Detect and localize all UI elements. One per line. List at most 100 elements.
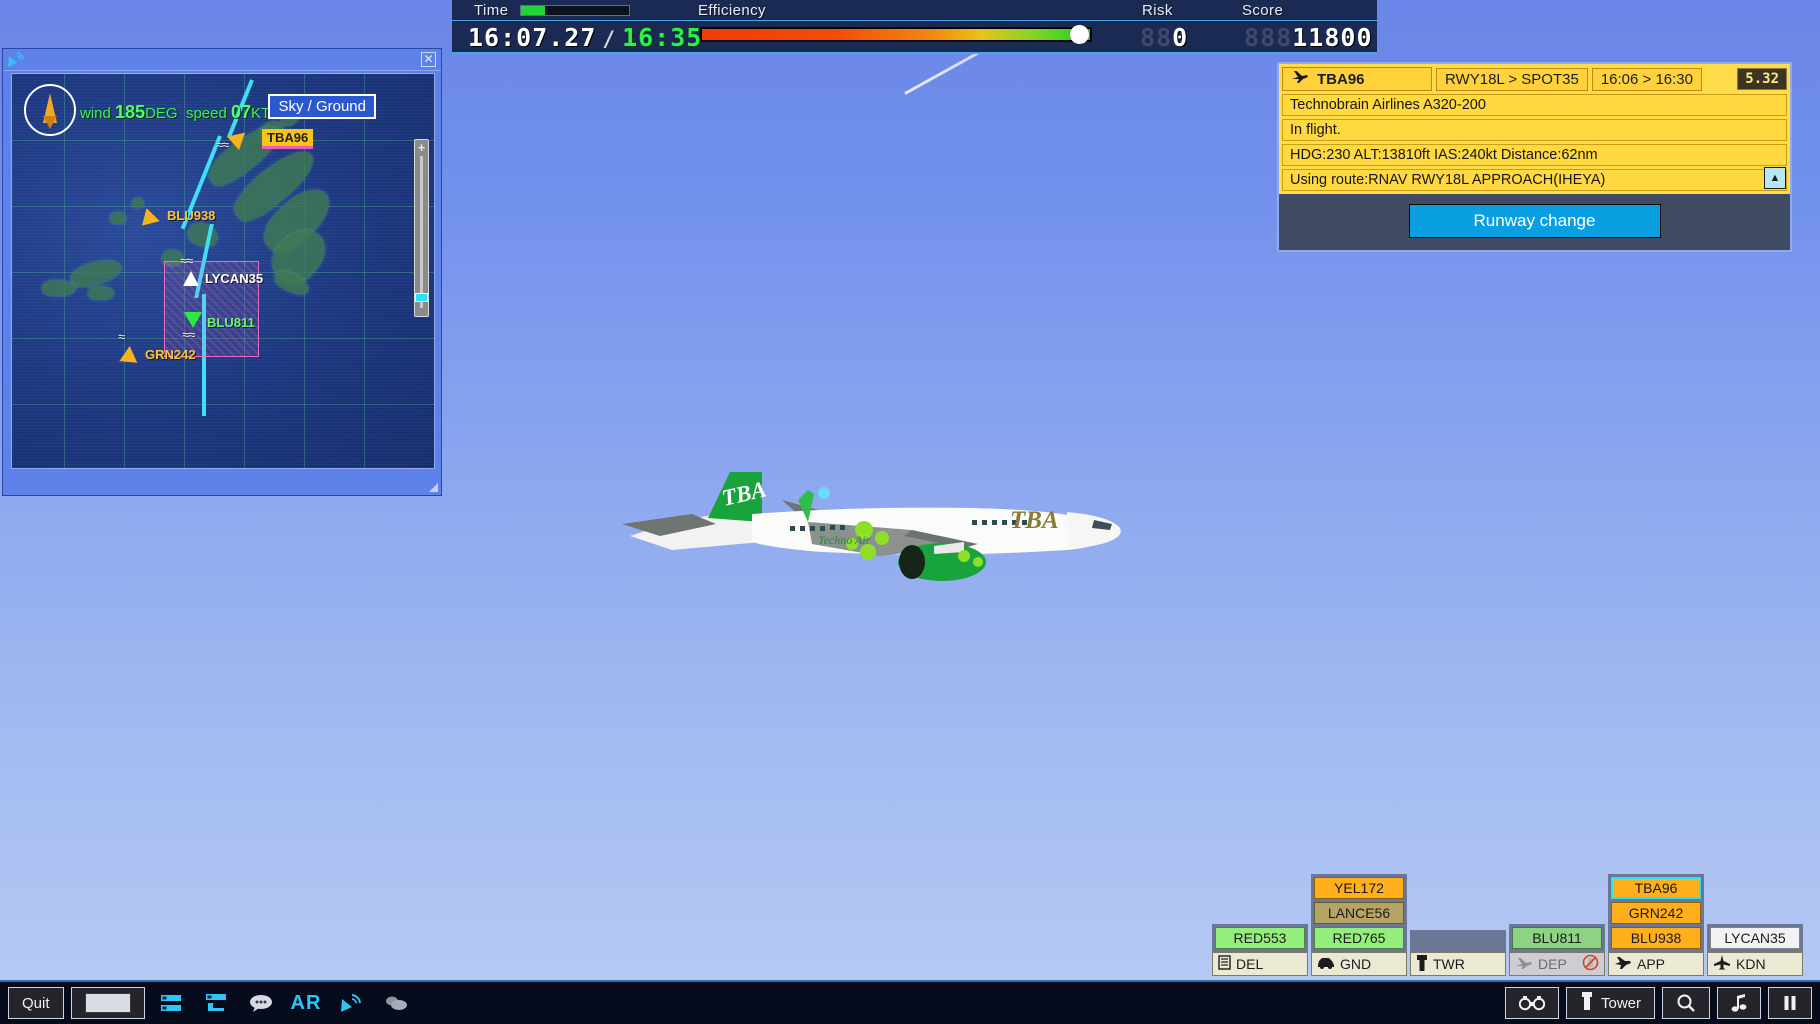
wake-icon-blu811: ≈≈ bbox=[182, 327, 195, 342]
selected-flight-panel[interactable]: TBA96 RWY18L > SPOT35 16:06 > 16:30 5.32… bbox=[1277, 62, 1792, 252]
jet-icon bbox=[1713, 955, 1731, 973]
board-column-strips: LYCAN35 bbox=[1707, 924, 1803, 952]
radar-contact-marker-grn242[interactable] bbox=[119, 345, 139, 363]
no-entry-icon[interactable] bbox=[1582, 954, 1599, 974]
flight-status: In flight. bbox=[1282, 119, 1787, 141]
radar-titlebar[interactable]: ✕ bbox=[3, 49, 441, 71]
radar-contact-label-lycan35[interactable]: LYCAN35 bbox=[200, 270, 268, 287]
time-progress-fill bbox=[521, 6, 545, 15]
radar-contact-marker-blu811[interactable] bbox=[184, 312, 202, 328]
board-column-del[interactable]: RED553 DEL bbox=[1212, 924, 1308, 976]
zoom-slider-track bbox=[420, 156, 423, 308]
bottom-toolbar: Quit AR Tower bbox=[0, 980, 1820, 1024]
flight-actions: ▲ Runway change bbox=[1279, 167, 1790, 250]
clouds-icon[interactable] bbox=[377, 987, 415, 1019]
radar-panel[interactable]: ✕ wind 185DEG speed 07KT Sky / Ground ≈≈… bbox=[2, 48, 442, 496]
board-strip-red765[interactable]: RED765 bbox=[1314, 927, 1404, 949]
tower-icon bbox=[1416, 954, 1428, 974]
flight-callsign: TBA96 bbox=[1317, 70, 1365, 88]
board-column-gnd[interactable]: YEL172 LANCE56 RED765 GND bbox=[1311, 874, 1407, 976]
blank-screen-icon[interactable] bbox=[70, 987, 145, 1019]
board-strip-grn242[interactable]: GRN242 bbox=[1611, 902, 1701, 924]
risk-label: Risk bbox=[1142, 2, 1173, 19]
compass-rose bbox=[24, 84, 76, 136]
wake-icon-grn242: ≈ bbox=[118, 329, 125, 344]
binoculars-icon[interactable] bbox=[1504, 987, 1559, 1019]
radar-contact-label-tba96[interactable]: TBA96 bbox=[262, 129, 314, 149]
flight-detail-card: TBA96 RWY18L > SPOT35 16:06 > 16:30 5.32… bbox=[1279, 64, 1790, 194]
strips-list-icon[interactable] bbox=[152, 987, 190, 1019]
zoom-in-icon[interactable]: + bbox=[415, 141, 428, 154]
board-column-kdn[interactable]: LYCAN35 KDN bbox=[1707, 924, 1803, 976]
time-label: Time bbox=[474, 2, 509, 19]
runway-change-button[interactable]: Runway change bbox=[1408, 204, 1661, 238]
board-column-twr[interactable]: TWR bbox=[1410, 930, 1506, 976]
radar-dish-icon bbox=[6, 51, 28, 74]
board-strip-yel172[interactable]: YEL172 bbox=[1314, 877, 1404, 899]
board-header-app[interactable]: APP bbox=[1608, 952, 1704, 976]
board-strip-blu938[interactable]: BLU938 bbox=[1611, 927, 1701, 949]
zoom-slider-thumb[interactable] bbox=[415, 293, 428, 302]
board-header-del[interactable]: DEL bbox=[1212, 952, 1308, 976]
tower-view-button[interactable]: Tower bbox=[1565, 987, 1655, 1019]
digit: 1 bbox=[1308, 23, 1324, 52]
music-icon[interactable] bbox=[1717, 987, 1761, 1019]
board-header-label: TWR bbox=[1433, 956, 1465, 972]
radar-contact-label-blu811[interactable]: BLU811 bbox=[202, 314, 260, 331]
speed-prefix: speed bbox=[185, 105, 227, 122]
flight-plan-icon[interactable] bbox=[197, 987, 235, 1019]
board-header-gnd[interactable]: GND bbox=[1311, 952, 1407, 976]
chat-icon[interactable] bbox=[242, 987, 280, 1019]
efficiency-knob bbox=[1070, 25, 1090, 44]
board-column-strips: TBA96 GRN242 BLU938 bbox=[1608, 874, 1704, 952]
pause-icon[interactable] bbox=[1768, 987, 1812, 1019]
wind-degrees: 185 bbox=[115, 102, 146, 122]
digit: 1 bbox=[1292, 23, 1308, 52]
radar-dish-icon[interactable] bbox=[332, 987, 370, 1019]
hud-label-row: Time Efficiency Risk Score bbox=[452, 0, 1377, 21]
board-strip-blu811[interactable]: BLU811 bbox=[1512, 927, 1602, 949]
speed-unit: KT bbox=[251, 105, 271, 122]
board-column-dep[interactable]: BLU811 DEP bbox=[1509, 924, 1605, 976]
board-header-kdn[interactable]: KDN bbox=[1707, 952, 1803, 976]
radar-map[interactable]: wind 185DEG speed 07KT Sky / Ground ≈≈ T… bbox=[11, 73, 435, 469]
document-icon bbox=[1218, 955, 1231, 973]
atc-simulator-screen: TBA Techno Air TBA Time Efficiency Risk … bbox=[0, 0, 1820, 1024]
triangle-up-icon[interactable]: ▲ bbox=[1764, 167, 1786, 189]
radar-contact-label-blu938[interactable]: BLU938 bbox=[162, 207, 220, 224]
controller-strip-board[interactable]: RED553 DEL YEL172 LANCE56 RED765 GND TWR BLU811… bbox=[1212, 856, 1812, 976]
fuselage-subtitles: Techno Air bbox=[818, 533, 871, 547]
radar-contact-marker-lycan35[interactable] bbox=[183, 271, 199, 286]
airplane-icon bbox=[1291, 70, 1309, 88]
digit-placeholder: 8 bbox=[1260, 23, 1276, 52]
flight-route-cell[interactable]: RWY18L > SPOT35 bbox=[1436, 67, 1588, 91]
board-header-twr[interactable]: TWR bbox=[1410, 952, 1506, 976]
board-strip-lance56[interactable]: LANCE56 bbox=[1314, 902, 1404, 924]
board-header-dep[interactable]: DEP bbox=[1509, 952, 1605, 976]
radar-resize-handle[interactable] bbox=[429, 483, 438, 492]
flight-header-row: TBA96 RWY18L > SPOT35 16:06 > 16:30 5.32 bbox=[1282, 67, 1787, 91]
close-icon[interactable]: ✕ bbox=[421, 52, 436, 67]
quit-button[interactable]: Quit bbox=[8, 987, 64, 1019]
flight-times-cell[interactable]: 16:06 > 16:30 bbox=[1591, 67, 1702, 91]
digit-placeholder: 8 bbox=[1140, 23, 1156, 52]
board-strip-red553[interactable]: RED553 bbox=[1215, 927, 1305, 949]
sky-ground-toggle-button[interactable]: Sky / Ground bbox=[268, 94, 376, 119]
tower-label: Tower bbox=[1600, 994, 1641, 1012]
search-icon[interactable] bbox=[1662, 987, 1710, 1019]
board-header-label: KDN bbox=[1736, 956, 1766, 972]
flight-callsign-cell[interactable]: TBA96 bbox=[1282, 67, 1432, 91]
board-strip-lycan35[interactable]: LYCAN35 bbox=[1710, 927, 1800, 949]
efficiency-bar bbox=[700, 25, 1092, 44]
board-column-strips: YEL172 LANCE56 RED765 bbox=[1311, 874, 1407, 952]
radar-contact-label-grn242[interactable]: GRN242 bbox=[140, 346, 201, 363]
board-strip-tba96[interactable]: TBA96 bbox=[1611, 877, 1701, 899]
radar-zoom-slider[interactable]: + bbox=[414, 139, 429, 317]
mission-clock: 16:07.27 / 16:35 bbox=[468, 23, 702, 52]
ar-icon[interactable]: AR bbox=[287, 987, 326, 1019]
digit-placeholder: 8 bbox=[1244, 23, 1260, 52]
board-header-label: APP bbox=[1637, 956, 1666, 972]
board-header-label: GND bbox=[1340, 956, 1372, 972]
board-column-app[interactable]: TBA96 GRN242 BLU938 APP bbox=[1608, 874, 1704, 976]
wake-icon-lycan35: ≈≈ bbox=[180, 253, 193, 268]
